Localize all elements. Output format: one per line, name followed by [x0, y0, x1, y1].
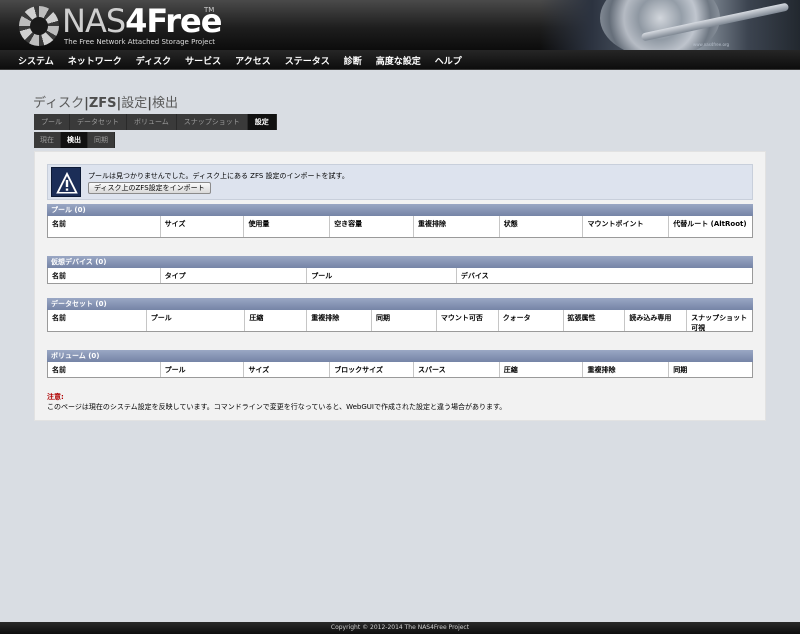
logo-tagline: The Free Network Attached Storage Projec… — [64, 38, 216, 46]
tab[interactable]: データセット — [70, 114, 127, 130]
subtab[interactable]: 同期 — [88, 132, 115, 148]
tab-bar: プール データセット ボリューム スナップショット 設定 — [34, 114, 277, 130]
menu-item[interactable]: ヘルプ — [435, 54, 462, 67]
column-header: 重複排除 — [307, 310, 373, 331]
column-header: 重複排除 — [583, 362, 670, 377]
table-header-row: 名前 プール 圧縮 重複排除 同期 マウント可否 クォータ 拡張属性 読み込み専用 スナップショッ… — [47, 310, 753, 332]
column-header: 名前 — [48, 268, 161, 283]
table-header-row: 名前 プール サイズ ブロックサイズ スパース 圧縮 重複排除 同期 — [47, 362, 753, 378]
column-header: 拡張属性 — [564, 310, 626, 331]
info-box: プールは見つかりませんでした。ディスク上にある ZFS 設定のインポートを試す。… — [47, 164, 753, 200]
column-header: スパース — [414, 362, 500, 377]
menu-item[interactable]: ステータス — [285, 54, 330, 67]
logo-trademark: TM — [204, 6, 215, 14]
table-header-row: 名前 タイプ プール デバイス — [47, 268, 753, 284]
column-header: クォータ — [499, 310, 564, 331]
menu-item[interactable]: アクセス — [235, 54, 271, 67]
logo[interactable]: NAS4Free — [62, 2, 222, 40]
logo-icon — [19, 6, 59, 46]
column-header: スナップショット可視 — [691, 314, 748, 332]
header-banner: NAS4Free TM The Free Network Attached St… — [0, 0, 800, 50]
column-header: 代替ルート (AltRoot) — [673, 220, 747, 228]
tab[interactable]: ボリューム — [127, 114, 177, 130]
column-header: 空き容量 — [330, 216, 414, 237]
main-menu: システム ネットワーク ディスク サービス アクセス ステータス 診断 高度な設定 ヘルプ — [0, 50, 800, 70]
table-section: ボリューム (0) 名前 プール サイズ ブロックサイズ スパース 圧縮 重複排除 同期 — [47, 350, 753, 378]
table-header-row: 名前 サイズ 使用量 空き容量 重複排除 状態 マウントポイント 代替ルート (AltRoot… — [47, 216, 753, 238]
footer-copyright: Copyright © 2012-2014 The NAS4Free Proje… — [0, 622, 800, 634]
column-header: マウント可否 — [437, 310, 499, 331]
column-header: デバイス — [460, 272, 489, 280]
column-header: 圧縮 — [500, 362, 584, 377]
menu-item[interactable]: システム — [18, 54, 54, 67]
subtab[interactable]: 現在 — [34, 132, 61, 148]
column-header: プール — [307, 268, 457, 283]
column-header: 圧縮 — [245, 310, 308, 331]
section-header: ボリューム (0) — [47, 350, 753, 362]
breadcrumb-zfs[interactable]: ZFS — [89, 96, 117, 111]
column-header: プール — [161, 362, 245, 377]
section-header: データセット (0) — [47, 298, 753, 310]
menu-item[interactable]: ディスク — [136, 54, 171, 67]
column-header: 読み込み専用 — [625, 310, 688, 331]
content-panel: プールは見つかりませんでした。ディスク上にある ZFS 設定のインポートを試す。… — [34, 151, 766, 421]
breadcrumb-disk[interactable]: ディスク — [33, 96, 84, 111]
column-header: サイズ — [161, 216, 245, 237]
tab[interactable]: スナップショット — [176, 114, 248, 130]
table-section: プール (0) 名前 サイズ 使用量 空き容量 重複排除 状態 マウントポイント 代替ルート (… — [47, 204, 753, 238]
column-header: プール — [147, 310, 246, 331]
tab[interactable]: プール — [34, 114, 70, 130]
column-header: 名前 — [48, 310, 147, 331]
table-section: 仮想デバイス (0) 名前 タイプ プール デバイス — [47, 256, 753, 284]
column-header: タイプ — [161, 268, 308, 283]
tab[interactable]: 設定 — [247, 114, 277, 130]
column-header: 重複排除 — [414, 216, 500, 237]
info-message: プールは見つかりませんでした。ディスク上にある ZFS 設定のインポートを試す。 — [88, 172, 349, 180]
subtab[interactable]: 検出 — [61, 132, 88, 148]
column-header: 同期 — [673, 366, 688, 374]
column-header: マウントポイント — [583, 216, 670, 237]
column-header: サイズ — [244, 362, 331, 377]
column-header: 名前 — [48, 362, 161, 377]
column-header: 状態 — [500, 216, 584, 237]
breadcrumb-config[interactable]: 設定 — [121, 96, 147, 111]
table-section: データセット (0) 名前 プール 圧縮 重複排除 同期 マウント可否 クォータ 拡張属性 読み込… — [47, 298, 753, 332]
menu-item[interactable]: 高度な設定 — [376, 54, 421, 67]
warning-icon — [51, 167, 81, 197]
column-header: 名前 — [48, 216, 161, 237]
section-header: 仮想デバイス (0) — [47, 256, 753, 268]
menu-item[interactable]: サービス — [185, 54, 221, 67]
logo-main: NAS — [62, 2, 126, 40]
column-header: ブロックサイズ — [330, 362, 414, 377]
breadcrumb-detect: 検出 — [152, 96, 179, 111]
menu-item[interactable]: ネットワーク — [68, 54, 122, 67]
column-header: 同期 — [372, 310, 437, 331]
hdd-label: www.nas4free.org — [693, 42, 730, 47]
note-title: 注意: — [47, 393, 64, 401]
note-text: このページは現在のシステム設定を反映しています。コマンドラインで変更を行なってい… — [47, 403, 507, 411]
section-header: プール (0) — [47, 204, 753, 216]
subtab-bar: 現在 検出 同期 — [34, 132, 115, 148]
page-title: ディスク|ZFS|設定|検出 — [33, 92, 178, 111]
menu-item[interactable]: 診断 — [344, 54, 362, 67]
import-zfs-config-button[interactable]: ディスク上のZFS設定をインポート — [88, 182, 211, 194]
column-header: 使用量 — [244, 216, 331, 237]
